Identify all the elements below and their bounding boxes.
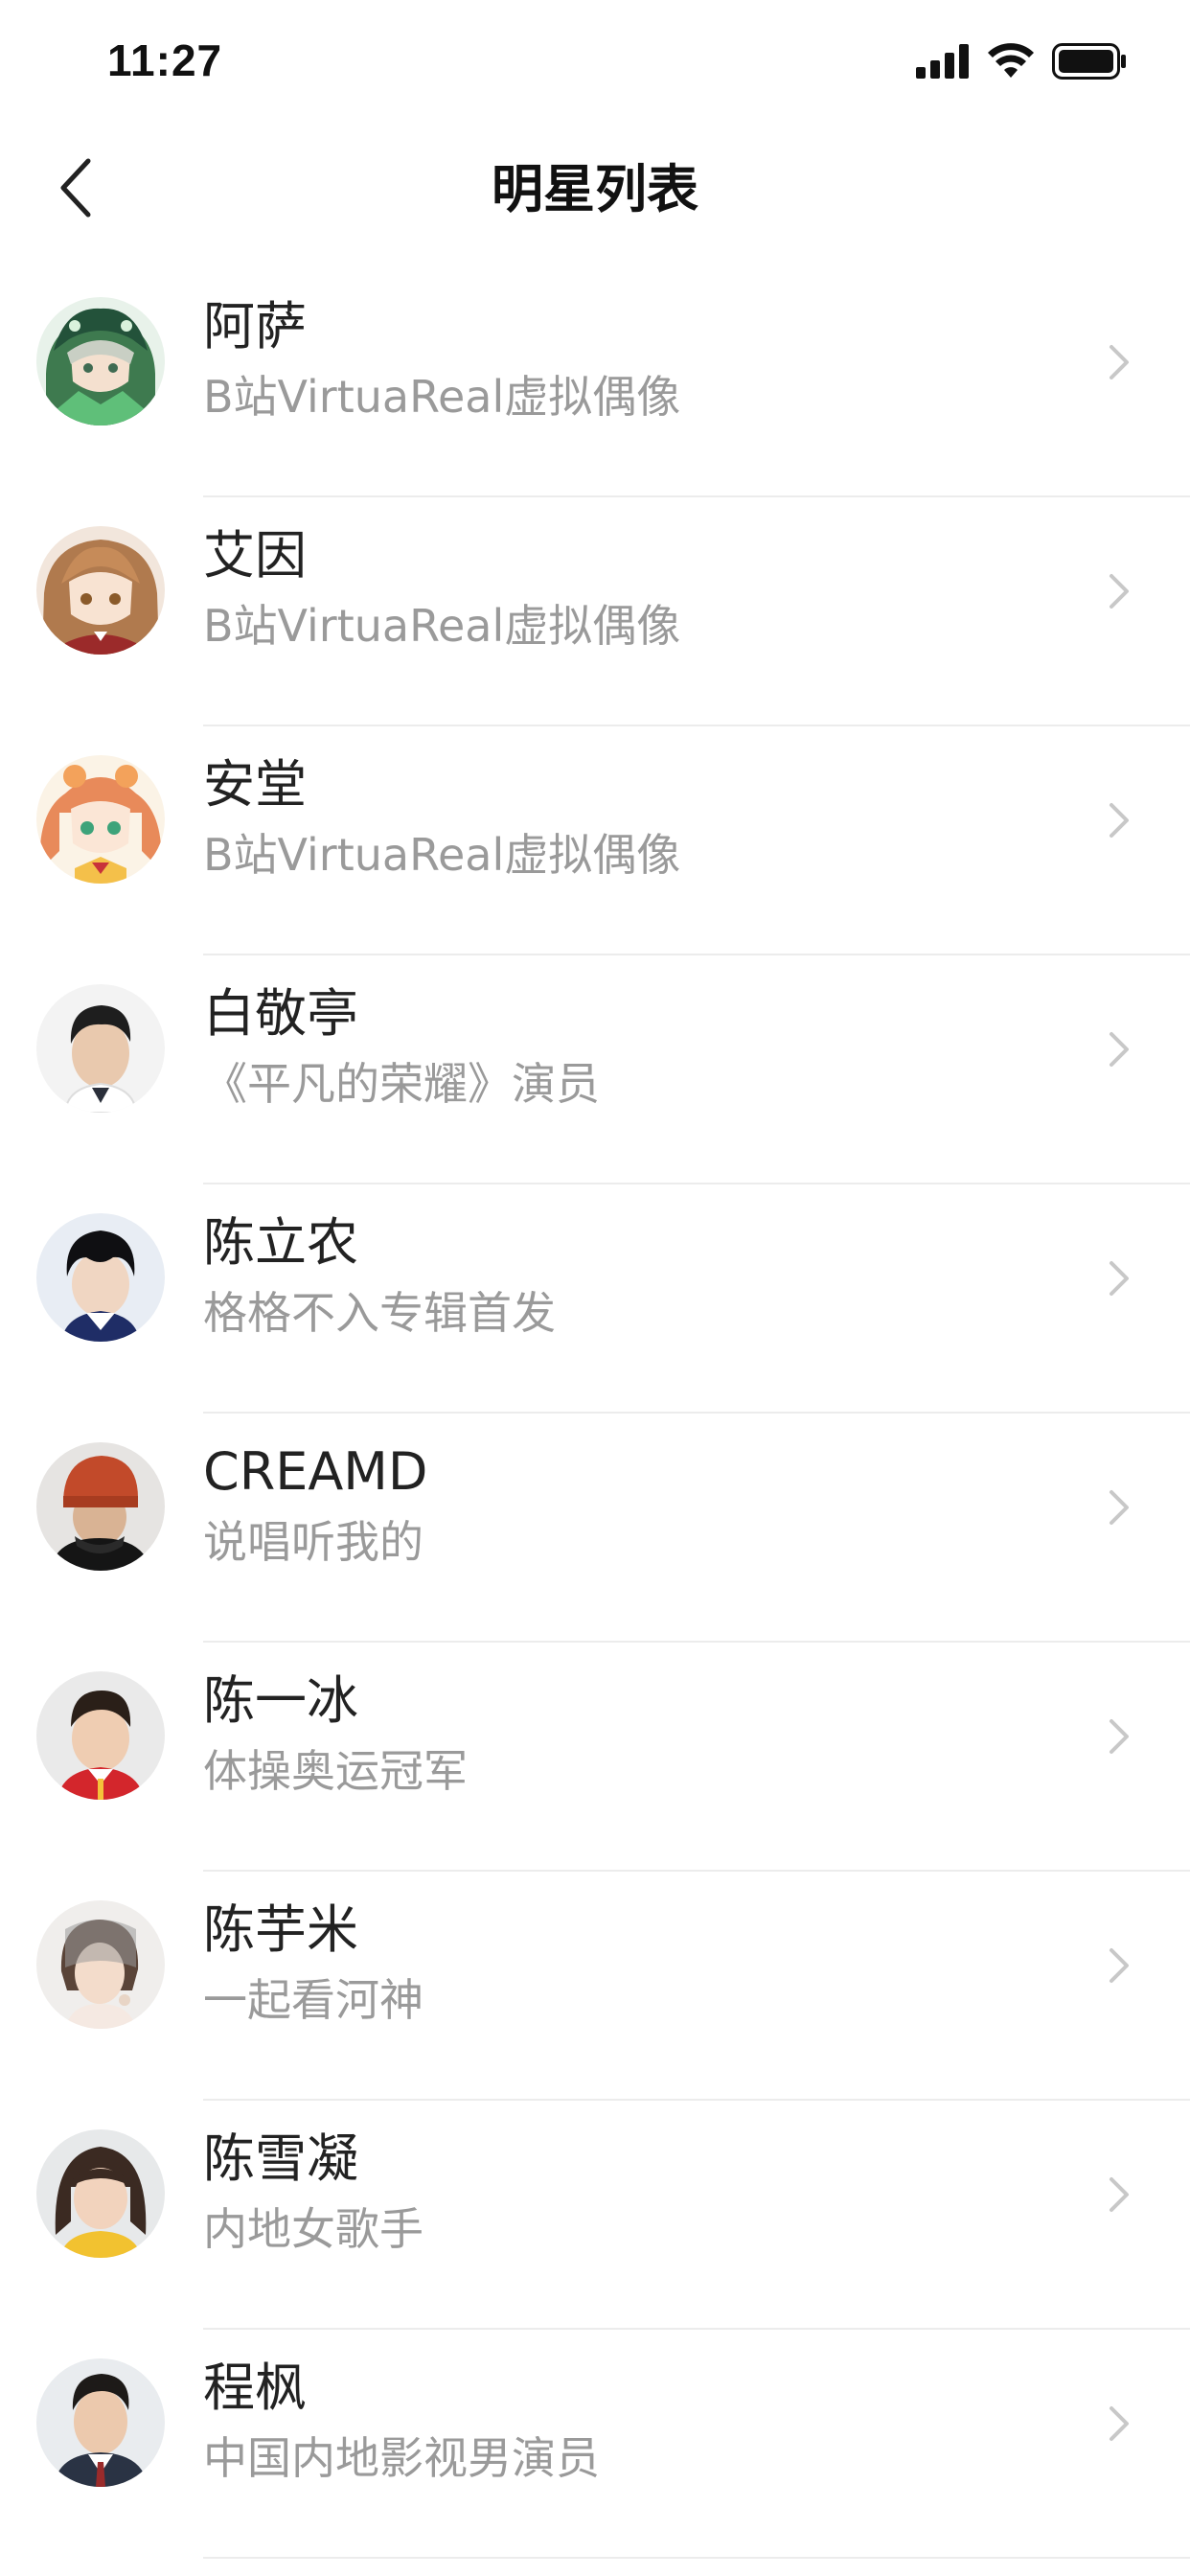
item-name: 安堂: [203, 754, 307, 815]
item-description: B站VirtuaReal虚拟偶像: [203, 829, 681, 881]
celebrity-list: 阿萨 B站VirtuaReal虚拟偶像 艾因 B站VirtuaReal虚拟偶像: [0, 268, 1190, 2559]
chevron-right-icon: [1102, 1255, 1136, 1301]
avatar: [36, 1900, 165, 2029]
item-description: 一起看河神: [203, 1974, 423, 2026]
item-name: 陈芋米: [203, 1899, 358, 1960]
item-description: 说唱听我的: [203, 1516, 423, 1568]
wifi-icon: [987, 43, 1035, 83]
status-icons: [916, 42, 1127, 84]
status-time: 11:27: [107, 35, 223, 85]
list-item[interactable]: 陈雪凝 内地女歌手: [0, 2101, 1190, 2330]
list-item[interactable]: CREAMD 说唱听我的: [0, 1414, 1190, 1643]
status-bar: 11:27: [0, 0, 1190, 126]
list-item[interactable]: 阿萨 B站VirtuaReal虚拟偶像: [0, 268, 1190, 497]
item-description: B站VirtuaReal虚拟偶像: [203, 600, 681, 652]
list-item[interactable]: 陈一冰 体操奥运冠军: [0, 1643, 1190, 1872]
chevron-right-icon: [1102, 797, 1136, 843]
list-item[interactable]: 艾因 B站VirtuaReal虚拟偶像: [0, 497, 1190, 726]
avatar: [36, 526, 165, 655]
avatar: [36, 755, 165, 884]
page-title: 明星列表: [492, 159, 698, 219]
item-description: 体操奥运冠军: [203, 1745, 468, 1797]
item-description: 格格不入专辑首发: [203, 1287, 556, 1339]
avatar: [36, 1442, 165, 1571]
chevron-right-icon: [1102, 568, 1136, 614]
chevron-right-icon: [1102, 339, 1136, 385]
chevron-right-icon: [1102, 2401, 1136, 2447]
item-description: 《平凡的荣耀》演员: [203, 1058, 600, 1110]
list-item[interactable]: 程枫 中国内地影视男演员: [0, 2330, 1190, 2559]
divider: [203, 2557, 1190, 2559]
chevron-right-icon: [1102, 1943, 1136, 1989]
chevron-right-icon: [1102, 2172, 1136, 2218]
chevron-right-icon: [1102, 1484, 1136, 1530]
avatar: [36, 1671, 165, 1800]
item-name: 白敬亭: [203, 983, 358, 1044]
item-name: 程枫: [203, 2358, 307, 2418]
list-item[interactable]: 安堂 B站VirtuaReal虚拟偶像: [0, 726, 1190, 955]
avatar: [36, 2129, 165, 2258]
nav-bar: 明星列表: [0, 126, 1190, 253]
item-name: 艾因: [203, 525, 307, 586]
list-item[interactable]: 陈芋米 一起看河神: [0, 1872, 1190, 2101]
list-item[interactable]: 白敬亭 《平凡的荣耀》演员: [0, 955, 1190, 1184]
list-item[interactable]: 陈立农 格格不入专辑首发: [0, 1184, 1190, 1414]
item-description: 中国内地影视男演员: [203, 2432, 600, 2484]
item-description: 内地女歌手: [203, 2203, 423, 2255]
battery-icon: [1052, 43, 1127, 83]
item-name: CREAMD: [203, 1441, 428, 1502]
avatar: [36, 984, 165, 1113]
avatar: [36, 1213, 165, 1342]
item-name: 阿萨: [203, 296, 307, 356]
item-name: 陈立农: [203, 1212, 358, 1273]
chevron-right-icon: [1102, 1714, 1136, 1760]
avatar: [36, 297, 165, 426]
cellular-signal-icon: [916, 44, 970, 82]
item-name: 陈雪凝: [203, 2128, 358, 2189]
avatar: [36, 2358, 165, 2487]
item-name: 陈一冰: [203, 1670, 358, 1731]
chevron-right-icon: [1102, 1026, 1136, 1072]
item-description: B站VirtuaReal虚拟偶像: [203, 371, 681, 423]
